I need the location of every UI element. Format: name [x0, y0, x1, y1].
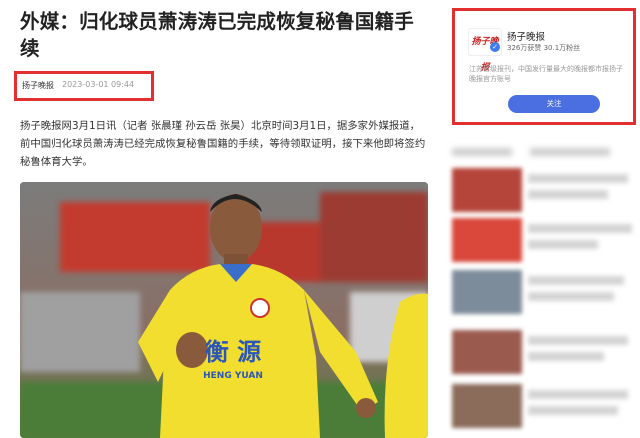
article-source[interactable]: 扬子晚报 [22, 80, 54, 91]
recommendation-thumbnail [452, 330, 522, 374]
rec-header-blur [530, 148, 610, 156]
account-description: 江苏省级报刊，中国发行量最大的晚报都市报扬子晚报官方账号 [469, 65, 623, 83]
recommendation-title-blur [528, 292, 614, 301]
rec-header-blur [452, 148, 512, 156]
player-photo-illustration: 衡 源 HENG YUAN [20, 182, 428, 438]
recommendation-item[interactable] [452, 330, 640, 374]
recommendation-thumbnail [452, 168, 522, 212]
account-stats: 326万获赞 30.1万粉丝 [507, 44, 581, 52]
recommendation-item[interactable] [452, 270, 640, 314]
recommendation-thumbnail [452, 270, 522, 314]
account-name[interactable]: 扬子晚报 [507, 29, 545, 43]
recommendation-title-blur [528, 352, 604, 361]
recommendation-thumbnail [452, 384, 522, 428]
article-title: 外媒：归化球员萧涛涛已完成恢复秘鲁国籍手续 [20, 10, 415, 60]
jersey-text: 衡 源 [205, 338, 261, 366]
recommendation-item[interactable] [452, 168, 640, 212]
recommendation-thumbnail [452, 218, 522, 262]
recommendation-title-blur [528, 224, 632, 233]
recommendation-title-blur [528, 390, 628, 399]
follow-button[interactable]: 关注 [508, 95, 600, 113]
recommendation-title-blur [528, 174, 628, 183]
recommendation-title-blur [528, 276, 624, 285]
recommendation-title-blur [528, 190, 608, 199]
recommendation-title-blur [528, 240, 598, 249]
article-paragraph: 扬子晚报网3月1日讯（记者 张晨瑾 孙云岳 张昊）北京时间3月1日，据多家外媒报… [20, 120, 426, 168]
verified-icon: ✓ [490, 42, 500, 52]
recommendation-title-blur [528, 406, 618, 415]
recommendation-item[interactable] [452, 384, 640, 428]
article-time: 2023-03-01 09:44 [62, 80, 135, 89]
article-photo: 衡 源 HENG YUAN [20, 182, 428, 438]
recommendation-item[interactable] [452, 218, 640, 262]
recommendation-title-blur [528, 336, 628, 345]
jersey-subtext: HENG YUAN [203, 371, 263, 381]
